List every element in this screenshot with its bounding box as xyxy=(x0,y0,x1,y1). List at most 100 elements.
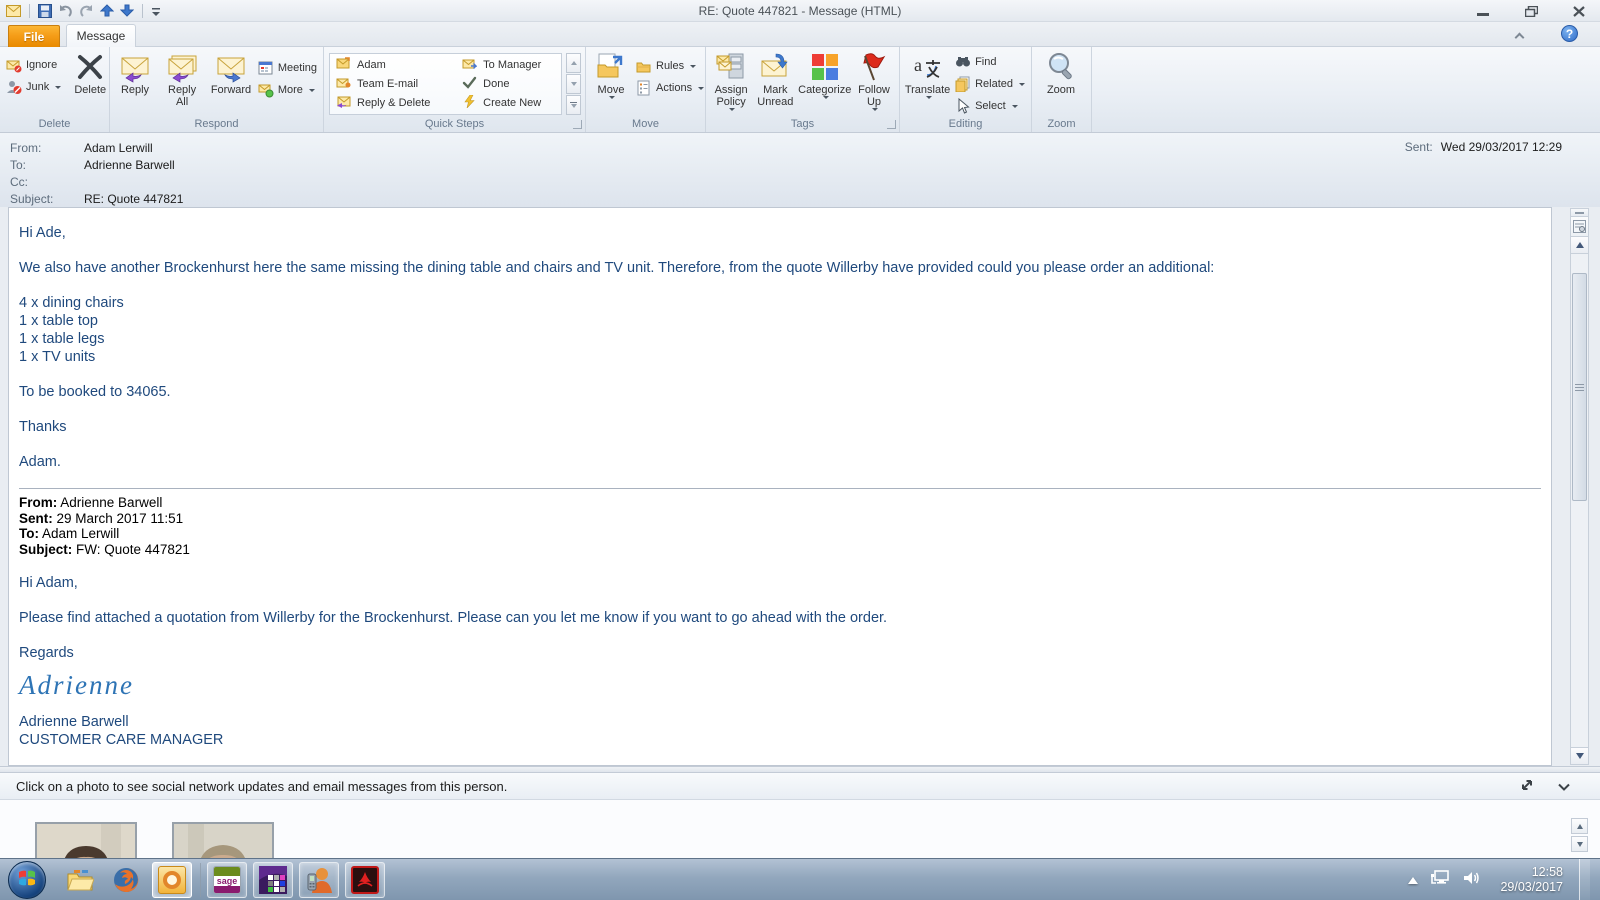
quick-step-adam[interactable]: Adam xyxy=(336,56,444,74)
scrollbar-thumb[interactable] xyxy=(1572,273,1587,501)
contact-photo[interactable] xyxy=(35,822,137,858)
scroll-up-button[interactable] xyxy=(1571,237,1588,254)
group-caption-delete: Delete xyxy=(0,118,109,130)
taskbar-explorer-button[interactable] xyxy=(60,862,100,898)
undo-button[interactable] xyxy=(58,4,73,18)
contact-photo[interactable] xyxy=(172,822,274,858)
reply-all-envelope-icon xyxy=(166,51,198,83)
people-pane-splitter[interactable] xyxy=(0,766,1600,773)
more-respond-button[interactable]: More xyxy=(255,80,320,100)
redo-button[interactable] xyxy=(79,4,94,18)
save-button[interactable] xyxy=(38,4,52,18)
reply-button[interactable]: Reply xyxy=(113,50,157,116)
body-line: To be booked to 34065. xyxy=(19,383,1541,401)
cursor-icon xyxy=(955,98,971,114)
cc-label: Cc: xyxy=(10,175,84,189)
quick-step-done[interactable]: Done xyxy=(462,75,555,93)
quick-step-reply-delete[interactable]: Reply & Delete xyxy=(336,94,444,112)
quick-step-to-manager[interactable]: To Manager xyxy=(462,56,555,74)
taskbar-grid-app-button[interactable] xyxy=(253,862,293,898)
assign-policy-button[interactable]: Assign Policy xyxy=(709,50,753,116)
delete-button[interactable]: Delete xyxy=(68,50,112,116)
tray-expand-icon[interactable] xyxy=(1408,877,1418,884)
categorize-squares-icon xyxy=(809,51,841,83)
junk-button[interactable]: Junk xyxy=(3,77,64,97)
quick-step-team-email[interactable]: Team E-mail xyxy=(336,75,444,93)
outlook-icon xyxy=(158,866,186,894)
quick-steps-more-button[interactable] xyxy=(566,95,581,115)
zoom-button[interactable]: Zoom xyxy=(1035,50,1087,116)
ignore-button[interactable]: Ignore xyxy=(3,55,64,75)
show-desktop-button[interactable] xyxy=(1579,859,1590,900)
meeting-calendar-icon xyxy=(258,60,274,76)
quick-access-toolbar xyxy=(0,4,161,18)
taskbar-contacts-button[interactable] xyxy=(299,862,339,898)
people-scroll-down-button[interactable] xyxy=(1571,836,1588,852)
group-caption-zoom: Zoom xyxy=(1032,118,1091,130)
tab-file[interactable]: File xyxy=(8,25,60,47)
rules-button[interactable]: Rules xyxy=(633,56,707,76)
restore-button[interactable] xyxy=(1518,2,1544,20)
reply-all-button[interactable]: Reply All xyxy=(157,50,207,116)
reading-pane-icon[interactable] xyxy=(1571,217,1588,237)
minimize-ribbon-button[interactable] xyxy=(1508,28,1530,43)
triangle-down-icon xyxy=(1576,753,1584,759)
categorize-button[interactable]: Categorize xyxy=(797,50,852,116)
body-list-item: 1 x TV units xyxy=(19,348,1541,366)
taskbar-firefox-button[interactable] xyxy=(106,862,146,898)
minimize-button[interactable] xyxy=(1470,2,1496,20)
quick-steps-scroll-up-button[interactable] xyxy=(566,53,581,73)
move-button[interactable]: Move xyxy=(589,50,633,116)
quoted-from-label: From: xyxy=(19,495,57,510)
quick-steps-scroll-down-button[interactable] xyxy=(566,74,581,94)
firefox-icon xyxy=(112,866,140,894)
expand-people-pane-button[interactable] xyxy=(1520,778,1534,795)
dropdown-arrow-icon xyxy=(1019,83,1025,86)
select-button[interactable]: Select xyxy=(952,96,1028,116)
mark-unread-button[interactable]: Mark Unread xyxy=(753,50,797,116)
customize-qat-button[interactable] xyxy=(151,6,161,16)
network-icon[interactable] xyxy=(1430,869,1450,892)
assign-policy-icon xyxy=(715,51,747,83)
tab-message[interactable]: Message xyxy=(66,24,136,48)
close-button[interactable] xyxy=(1566,2,1592,20)
actions-button[interactable]: Actions xyxy=(633,78,707,98)
delete-x-icon xyxy=(74,51,106,83)
body-thanks: Thanks xyxy=(19,418,1541,436)
dialog-launcher-icon[interactable] xyxy=(573,120,582,129)
ribbon-group-quick-steps: Adam To Manager Team E-mail Done Reply &… xyxy=(324,47,586,132)
quick-step-icon xyxy=(336,76,352,92)
quick-step-icon xyxy=(336,57,352,73)
subject-label: Subject: xyxy=(10,192,84,206)
body-paragraph: We also have another Brockenhurst here t… xyxy=(19,259,1541,277)
taskbar-adobe-reader-button[interactable] xyxy=(345,862,385,898)
volume-icon[interactable] xyxy=(1462,869,1482,892)
previous-item-button[interactable] xyxy=(100,4,114,17)
move-folder-icon xyxy=(595,51,627,83)
splitter-grip[interactable] xyxy=(1571,209,1588,217)
ignore-icon xyxy=(6,57,22,73)
taskbar-sage-button[interactable]: sage xyxy=(207,862,247,898)
body-scrollbar[interactable] xyxy=(1570,208,1589,765)
start-button[interactable] xyxy=(8,861,46,899)
message-body[interactable]: Hi Ade, We also have another Brockenhurs… xyxy=(8,207,1552,766)
taskbar-outlook-button[interactable] xyxy=(152,862,192,898)
next-item-button[interactable] xyxy=(120,4,134,17)
body-regards: Regards xyxy=(19,644,1541,662)
scroll-down-button[interactable] xyxy=(1571,747,1588,764)
forward-button[interactable]: Forward xyxy=(207,50,255,116)
meeting-button[interactable]: Meeting xyxy=(255,58,320,78)
body-list-item: 4 x dining chairs xyxy=(19,294,1541,312)
dialog-launcher-icon[interactable] xyxy=(887,120,896,129)
help-button[interactable]: ? xyxy=(1561,25,1578,42)
taskbar-clock[interactable]: 12:58 29/03/2017 xyxy=(1500,865,1563,895)
people-scroll-up-button[interactable] xyxy=(1571,818,1588,834)
collapse-people-pane-button[interactable] xyxy=(1558,779,1570,794)
phone-contact-icon xyxy=(305,866,333,894)
follow-up-button[interactable]: Follow Up xyxy=(852,50,896,116)
translate-button[interactable]: a Translate xyxy=(903,50,952,116)
ribbon-tab-row: File Message ? xyxy=(0,22,1600,47)
find-button[interactable]: Find xyxy=(952,52,1028,72)
quick-step-create-new[interactable]: Create New xyxy=(462,94,555,112)
related-button[interactable]: Related xyxy=(952,74,1028,94)
